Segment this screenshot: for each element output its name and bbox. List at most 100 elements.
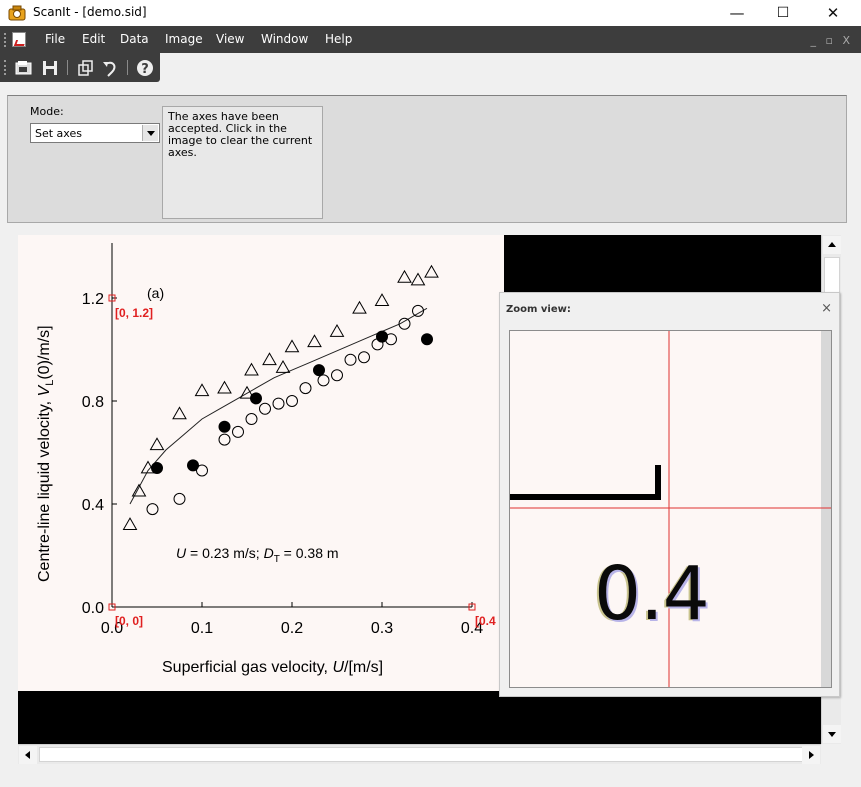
filled-circle-point: [218, 420, 231, 433]
triangle-point: [262, 352, 277, 366]
open-circle-point: [331, 369, 343, 382]
scanned-image[interactable]: 0.0 0.1 0.2 0.3 0.4 0.0 0.4 0.8 1.2 [0, 1.2] [0, …: [18, 235, 504, 691]
toolbar-separator: [67, 60, 68, 75]
menu-bar: File Edit Data Image View Window Help _ …: [0, 26, 861, 53]
triangle-point: [397, 269, 412, 283]
menu-data[interactable]: Data: [120, 32, 149, 46]
triangle-point: [329, 323, 345, 337]
x-axis-title-var: U: [332, 659, 344, 676]
mode-dropdown-value: Set axes: [35, 127, 82, 140]
triangle-point: [244, 362, 259, 376]
scroll-down-icon[interactable]: [823, 725, 841, 743]
y-tick-label: 0.0: [82, 600, 104, 617]
open-circle-point: [286, 395, 298, 407]
window-title: ScanIt - [demo.sid]: [33, 5, 147, 19]
annotation-d-value: = 0.38 m: [280, 545, 339, 561]
x-axis-title-text: Superficial gas velocity,: [162, 659, 332, 676]
toolbar-grip-icon: [4, 60, 7, 75]
mode-panel: Mode: Set axes The axes have been accept…: [7, 95, 847, 223]
y-axis-title: Centre-line liquid velocity, VL(0)/m/s]: [36, 325, 56, 582]
menu-file[interactable]: File: [45, 32, 65, 46]
y-tick-label: 1.2: [82, 291, 104, 308]
open-circle-point: [344, 353, 357, 366]
scroll-left-icon[interactable]: [19, 746, 37, 764]
menu-image[interactable]: Image: [165, 32, 203, 46]
save-icon[interactable]: [40, 58, 60, 78]
triangle-point: [424, 264, 439, 278]
maximize-button[interactable]: ☐: [760, 0, 806, 26]
copy-icon[interactable]: [75, 58, 95, 78]
document-icon[interactable]: [12, 32, 26, 47]
x-tick-label: 0.1: [191, 620, 213, 637]
axis-marker-label: [0, 1.2]: [115, 306, 153, 320]
triangle-point: [410, 272, 426, 286]
scanit-app-icon: [8, 5, 26, 21]
open-circle-point: [272, 397, 285, 410]
mode-message: The axes have been accepted. Click in th…: [162, 106, 323, 219]
filled-circle-point: [187, 459, 199, 472]
open-circle-point: [358, 351, 370, 364]
open-circle-point: [146, 503, 159, 516]
triangle-point: [149, 437, 165, 451]
close-icon[interactable]: ×: [821, 301, 832, 316]
open-icon[interactable]: [14, 58, 34, 78]
filled-circle-point: [421, 333, 433, 346]
mode-dropdown[interactable]: Set axes: [30, 123, 160, 143]
filled-circle-point: [151, 461, 163, 474]
triangle-point: [217, 380, 232, 394]
triangle-point: [194, 383, 210, 397]
scroll-up-icon[interactable]: [823, 236, 841, 254]
help-icon[interactable]: ?: [135, 58, 155, 78]
toolbar-strip: ?: [0, 53, 160, 82]
x-tick-label: 0.3: [371, 620, 393, 637]
zoom-view-canvas: 0.4: [509, 330, 832, 688]
open-circle-point: [317, 374, 330, 387]
x-axis-title-unit: /[m/s]: [344, 659, 383, 676]
open-circle-point: [218, 433, 231, 446]
axis-marker-group: [0, 1.2] [0, 0] [0.4: [108, 294, 496, 628]
horizontal-scroll-thumb[interactable]: [39, 747, 814, 762]
open-circle-point: [232, 425, 244, 438]
y-axis-title-unit: (0)/m/s]: [36, 325, 53, 379]
panel-label: (a): [147, 285, 164, 301]
menu-help[interactable]: Help: [325, 32, 352, 46]
title-bar: ScanIt - [demo.sid] — ☐ ✕: [0, 0, 861, 26]
undo-icon[interactable]: [100, 58, 120, 78]
mdi-child-controls[interactable]: _ ▫ X: [811, 34, 853, 47]
filled-circle-point: [313, 364, 325, 377]
triangle-point: [172, 406, 187, 420]
scrollbar-corner: [821, 744, 841, 764]
y-tick-label: 0.8: [82, 394, 104, 411]
triangle-point: [122, 517, 138, 530]
y-tick-label: 0.4: [82, 497, 104, 514]
triangle-point: [374, 293, 390, 306]
open-circle-point: [299, 382, 312, 395]
close-button[interactable]: ✕: [810, 0, 856, 26]
triangle-point: [284, 339, 300, 353]
annotation-u-value: = 0.23 m/s;: [186, 545, 263, 561]
open-circle-point: [245, 413, 258, 426]
zoom-view-panel: Zoom view: × 0.4: [499, 292, 840, 697]
horizontal-scrollbar[interactable]: [18, 744, 821, 764]
chart[interactable]: 0.0 0.1 0.2 0.3 0.40.00.40.81.2 [0, 1.2][0, …: [18, 235, 504, 691]
triangle-point: [352, 300, 367, 314]
annotation-d-label: D: [264, 545, 274, 561]
menu-view[interactable]: View: [216, 32, 244, 46]
scroll-right-icon[interactable]: [802, 746, 820, 764]
zoom-view-title: Zoom view:: [506, 304, 571, 315]
svg-text:?: ?: [141, 62, 149, 77]
filled-circle-point: [250, 392, 262, 405]
minimize-button[interactable]: —: [714, 0, 760, 26]
triangle-point: [307, 334, 322, 348]
triangle-point: [275, 360, 291, 373]
axis-marker-label: [0.4: [475, 614, 496, 628]
chevron-down-icon[interactable]: [142, 125, 158, 141]
y-axis-title-text: Centre-line liquid velocity,: [36, 396, 53, 582]
scanit-window: ScanIt - [demo.sid] — ☐ ✕ File Edit Data…: [0, 0, 861, 787]
zoom-enlarged-label: 0.4: [594, 551, 710, 637]
menu-window[interactable]: Window: [261, 32, 308, 46]
x-tick-label: 0.2: [281, 620, 303, 637]
x-axis-title: Superficial gas velocity, U/[m/s]: [162, 659, 383, 676]
open-circle-point: [259, 402, 271, 415]
menu-edit[interactable]: Edit: [82, 32, 105, 46]
